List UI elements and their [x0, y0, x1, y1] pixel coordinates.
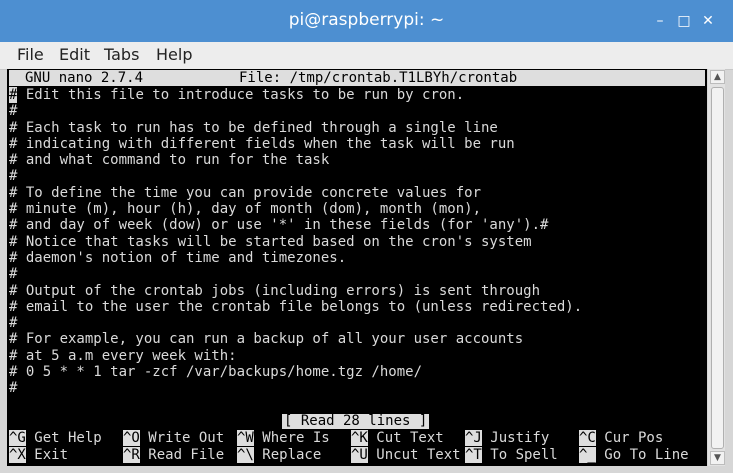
shortcut-key: ^J [465, 430, 482, 446]
shortcut-label: Go To Line [595, 447, 689, 463]
shortcut-write-out[interactable]: ^O Write Out [123, 430, 224, 446]
shortcut-label: Replace [253, 447, 322, 463]
shortcut-replace[interactable]: ^\ Replace [237, 447, 321, 463]
vertical-scrollbar[interactable]: ▲ ▼ [708, 69, 725, 466]
shortcut-get-help[interactable]: ^G Get Help [9, 430, 102, 446]
buffer-line: # and what command to run for the task [9, 152, 330, 169]
shortcut-label: Where Is [253, 430, 330, 446]
buffer-line: # indicating with different fields when … [9, 135, 515, 152]
nano-header: GNU nano 2.7.4 File: /tmp/crontab.T1LBYh… [9, 70, 705, 86]
shortcut-uncut-text[interactable]: ^U Uncut Text [351, 447, 461, 463]
shortcut-label: Write Out [139, 430, 225, 446]
shortcut-key: ^K [351, 430, 368, 446]
shortcut-label: Get Help [25, 430, 102, 446]
buffer-line: # Each task to run has to be defined thr… [9, 119, 498, 136]
shortcut-label: Cut Text [367, 430, 444, 446]
scrollbar-thumb[interactable] [711, 87, 724, 449]
nano-filename: File: /tmp/crontab.T1LBYh/crontab [239, 70, 518, 86]
editor-buffer[interactable]: # Edit this file to introduce tasks to b… [9, 87, 705, 397]
buffer-line: # 0 5 * * 1 tar -zcf /var/backups/home.t… [9, 364, 423, 381]
shortcut-key: ^R [123, 447, 140, 463]
minimize-icon[interactable]: – [650, 11, 670, 31]
line-text: Edit this file to introduce tasks to be … [17, 87, 465, 103]
menu-edit[interactable]: Edit [59, 45, 90, 64]
shortcut-exit[interactable]: ^X Exit [9, 447, 68, 463]
maximize-icon[interactable]: □ [674, 11, 694, 31]
shortcut-justify[interactable]: ^J Justify [465, 430, 549, 446]
shortcut-key: ^X [9, 447, 26, 463]
shortcut-label: Justify [481, 430, 550, 446]
buffer-line: # To define the time you can provide con… [9, 184, 482, 201]
menu-bar: File Edit Tabs Help [0, 42, 733, 70]
buffer-line: # [9, 168, 18, 185]
buffer-line: # Notice that tasks will be started base… [9, 233, 532, 250]
shortcut-key: ^T [465, 447, 482, 463]
nano-status-message: [ Read 28 lines ] [282, 413, 430, 429]
menu-file[interactable]: File [17, 45, 44, 64]
terminal-window: pi@raspberrypi: ~ – □ ✕ File Edit Tabs H… [0, 0, 733, 473]
buffer-line: # Output of the crontab jobs (including … [9, 282, 541, 299]
nano-version: GNU nano 2.7.4 [25, 70, 144, 86]
window-title: pi@raspberrypi: ~ [288, 10, 445, 30]
shortcut-read-file[interactable]: ^R Read File [123, 447, 224, 463]
buffer-line: # and day of week (dow) or use '*' in th… [9, 217, 549, 234]
menu-tabs[interactable]: Tabs [104, 45, 139, 64]
buffer-line: # [9, 266, 18, 283]
buffer-line: # at 5 a.m every week with: [9, 347, 237, 364]
shortcut-cut-text[interactable]: ^K Cut Text [351, 430, 444, 446]
buffer-line: # [9, 103, 18, 120]
title-bar[interactable]: pi@raspberrypi: ~ – □ ✕ [0, 0, 733, 42]
buffer-line: # For example, you can run a backup of a… [9, 331, 524, 348]
shortcut-key: ^G [9, 430, 26, 446]
shortcut-label: Read File [139, 447, 225, 463]
shortcut-key: ^_ [579, 447, 596, 463]
close-icon[interactable]: ✕ [698, 11, 718, 31]
shortcut-key: ^O [123, 430, 140, 446]
shortcut-where-is[interactable]: ^W Where Is [237, 430, 330, 446]
buffer-line: # minute (m), hour (h), day of month (do… [9, 201, 482, 218]
buffer-line: # email to the user the crontab file bel… [9, 298, 583, 315]
shortcut-go-to-line[interactable]: ^_ Go To Line [579, 447, 689, 463]
scroll-up-icon[interactable]: ▲ [710, 70, 725, 84]
shortcut-label: Uncut Text [367, 447, 461, 463]
buffer-line: # [9, 315, 18, 332]
shortcut-key: ^U [351, 447, 368, 463]
menu-help[interactable]: Help [156, 45, 192, 64]
shortcut-label: Cur Pos [595, 430, 664, 446]
nano-shortcut-bar: ^G Get Help ^O Write Out ^W Where Is ^K … [9, 430, 705, 464]
buffer-line: # daemon's notion of time and timezones. [9, 249, 347, 266]
shortcut-label: To Spell [481, 447, 558, 463]
shortcut-key: ^C [579, 430, 596, 446]
shortcut-key: ^W [237, 430, 254, 446]
shortcut-key: ^\ [237, 447, 254, 463]
buffer-line: # Edit this file to introduce tasks to b… [9, 87, 705, 103]
scroll-down-icon[interactable]: ▼ [710, 451, 725, 465]
shortcut-label: Exit [25, 447, 69, 463]
shortcut-cur-pos[interactable]: ^C Cur Pos [579, 430, 663, 446]
terminal-area[interactable]: GNU nano 2.7.4 File: /tmp/crontab.T1LBYh… [7, 69, 707, 466]
buffer-line: # [9, 380, 18, 397]
shortcut-to-spell[interactable]: ^T To Spell [465, 447, 558, 463]
